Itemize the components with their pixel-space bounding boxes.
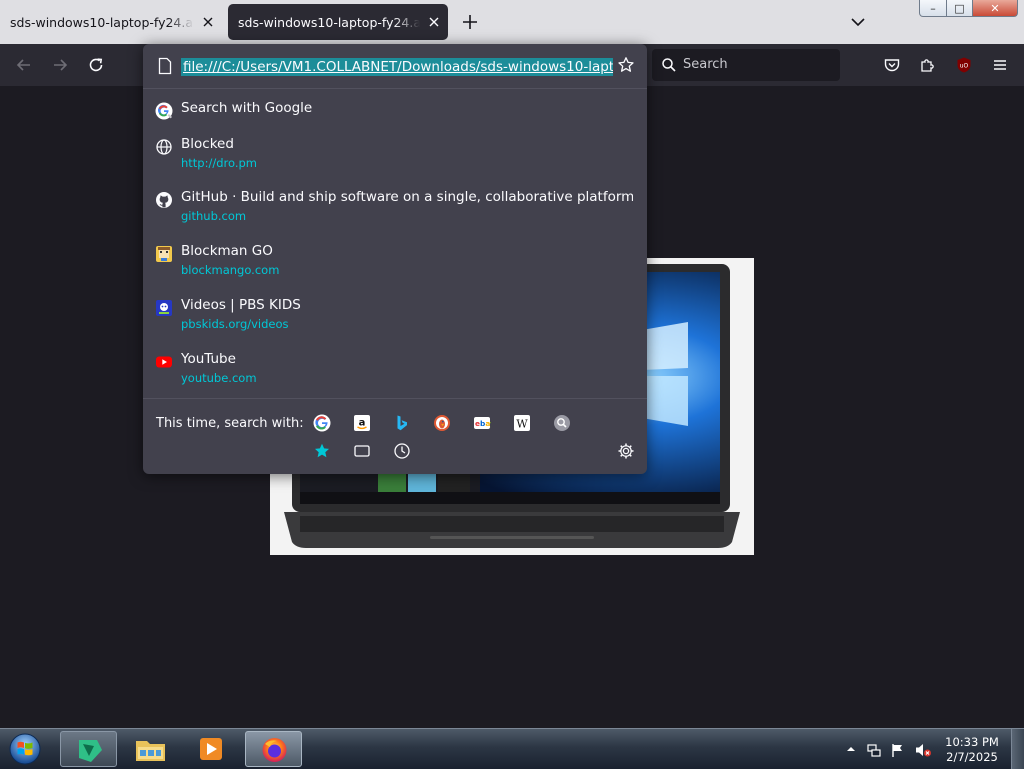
reload-icon[interactable] xyxy=(84,53,108,77)
ebay-icon[interactable]: ebay xyxy=(473,414,491,432)
search-engine-icon[interactable] xyxy=(553,414,571,432)
result-title: YouTube xyxy=(181,351,236,367)
url-input[interactable]: file:///C:/Users/VM1.COLLABNET/Downloads… xyxy=(181,56,613,76)
result-url: http://dro.pm xyxy=(181,156,257,170)
svg-text:W: W xyxy=(516,418,528,431)
divider xyxy=(143,88,647,89)
close-tab-icon[interactable] xyxy=(200,14,216,30)
show-desktop-button[interactable] xyxy=(1011,729,1024,769)
volume-muted-icon[interactable] xyxy=(914,742,932,758)
google-icon xyxy=(155,102,173,120)
extensions-puzzle-icon[interactable] xyxy=(916,53,940,77)
url-bar-dropdown: file:///C:/Users/VM1.COLLABNET/Downloads… xyxy=(143,44,647,474)
taskbar-app-1[interactable] xyxy=(60,731,117,767)
search-input[interactable]: Search xyxy=(652,49,840,81)
close-tab-icon[interactable] xyxy=(426,14,442,30)
tab-image-active[interactable]: sds-windows10-laptop-fy24.avif (AVIF Ima… xyxy=(228,4,448,40)
tab-strip: sds-windows10-laptop-fy24.avif (AVIF Ima… xyxy=(0,0,1024,44)
back-arrow-icon[interactable] xyxy=(12,53,36,77)
bing-icon[interactable] xyxy=(393,414,411,432)
windows-taskbar: 10:33 PM 2/7/2025 xyxy=(0,728,1024,769)
result-title: GitHub · Build and ship software on a si… xyxy=(181,189,633,205)
duckduckgo-icon[interactable] xyxy=(433,414,451,432)
divider xyxy=(143,398,647,399)
svg-text:ebay: ebay xyxy=(475,419,491,428)
maximize-button[interactable]: □ xyxy=(947,0,973,17)
file-explorer-icon[interactable] xyxy=(122,731,179,767)
url-value: file:///C:/Users/VM1.COLLABNET/Downloads… xyxy=(181,58,613,76)
search-settings-gear-icon[interactable] xyxy=(617,442,635,460)
result-youtube[interactable]: YouTube youtube.com xyxy=(155,351,641,391)
clock-time: 10:33 PM xyxy=(945,735,999,749)
list-all-tabs-chevron-icon[interactable] xyxy=(848,12,868,32)
tab-image-inactive[interactable]: sds-windows10-laptop-fy24.avif (AVIF Ima… xyxy=(0,4,222,40)
result-pbs-kids-videos[interactable]: Videos | PBS KIDS pbskids.org/videos xyxy=(155,297,641,337)
window-caption-buttons: – □ ✕ xyxy=(919,0,1018,17)
show-hidden-icons-icon[interactable] xyxy=(846,744,856,754)
forward-arrow-icon[interactable] xyxy=(48,53,72,77)
start-orb-icon[interactable] xyxy=(6,732,44,766)
youtube-icon xyxy=(155,353,173,371)
one-off-search-label: This time, search with: xyxy=(156,416,304,431)
google-icon[interactable] xyxy=(313,414,331,432)
network-icon[interactable] xyxy=(866,742,882,758)
result-url: youtube.com xyxy=(181,371,257,385)
result-url: github.com xyxy=(181,209,247,223)
result-url: blockmango.com xyxy=(181,263,280,277)
minimize-button[interactable]: – xyxy=(919,0,947,17)
result-title: Blocked xyxy=(181,136,234,152)
result-blocked[interactable]: Blocked http://dro.pm xyxy=(155,136,641,176)
blockman-icon xyxy=(155,245,173,263)
close-window-button[interactable]: ✕ xyxy=(973,0,1018,17)
new-tab-plus-icon[interactable] xyxy=(460,12,480,32)
clock-date: 2/7/2025 xyxy=(946,750,998,764)
pocket-icon[interactable] xyxy=(880,53,904,77)
result-blockman-go[interactable]: Blockman GO blockmango.com xyxy=(155,243,641,283)
taskbar-clock[interactable]: 10:33 PM 2/7/2025 xyxy=(940,735,1004,765)
hamburger-menu-icon[interactable] xyxy=(988,53,1012,77)
svg-text:a: a xyxy=(359,418,366,429)
search-placeholder: Search xyxy=(683,57,728,72)
result-title: Search with Google xyxy=(181,100,313,116)
globe-icon xyxy=(155,138,173,156)
github-icon xyxy=(155,191,173,209)
firefox-taskbar-icon[interactable] xyxy=(245,731,302,767)
tabs-icon[interactable] xyxy=(353,442,371,460)
result-github[interactable]: GitHub · Build and ship software on a si… xyxy=(155,189,641,229)
tab-title: sds-windows10-laptop-fy24.avif (AVIF Ima… xyxy=(10,14,194,30)
action-center-flag-icon[interactable] xyxy=(890,742,906,758)
search-icon xyxy=(661,57,677,73)
page-file-icon xyxy=(157,57,173,75)
ublock-origin-icon[interactable]: uO xyxy=(952,53,976,77)
svg-text:uO: uO xyxy=(960,63,969,70)
result-search-with-google[interactable]: Search with Google xyxy=(155,100,641,122)
result-title: Blockman GO xyxy=(181,243,273,259)
amazon-icon[interactable]: a xyxy=(353,414,371,432)
result-url: pbskids.org/videos xyxy=(181,317,289,331)
result-title: Videos | PBS KIDS xyxy=(181,297,301,313)
tab-title: sds-windows10-laptop-fy24.avif (AVIF Ima… xyxy=(238,14,420,30)
pbs-kids-icon xyxy=(155,299,173,317)
history-icon[interactable] xyxy=(393,442,411,460)
media-player-icon[interactable] xyxy=(183,731,240,767)
bookmarks-icon[interactable] xyxy=(313,442,331,460)
wikipedia-icon[interactable]: W xyxy=(513,414,531,432)
bookmark-star-icon[interactable] xyxy=(617,56,635,74)
